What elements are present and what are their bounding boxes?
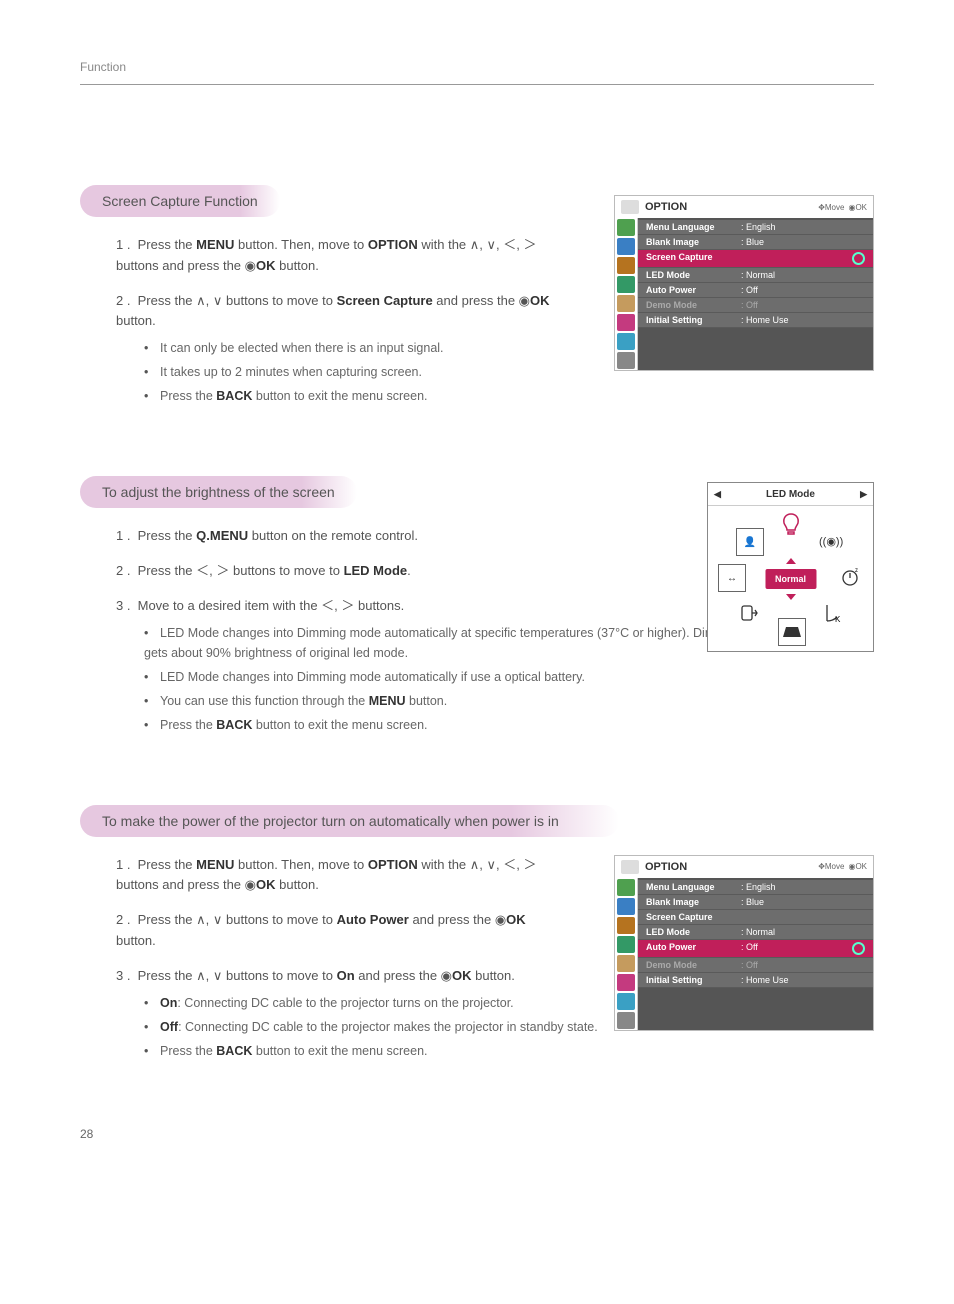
triangle-right-icon: ▶ — [860, 489, 867, 500]
aspect-icon: ↔ — [718, 564, 746, 592]
step-item: 1 . Press the Q.MENU button on the remot… — [116, 526, 556, 547]
triangle-down-icon — [786, 594, 796, 600]
sidebar-icon — [617, 219, 635, 236]
osd-header: OPTION ✥Move ◉OK — [615, 196, 873, 218]
step-item: 1 . Press the MENU button. Then, move to… — [116, 235, 556, 277]
bullet-item: Press the BACK button to exit the menu s… — [144, 1041, 804, 1061]
osd-list-2: Menu Language: EnglishBlank Image: BlueS… — [638, 878, 873, 1030]
osd-row[interactable]: LED Mode: Normal — [638, 268, 873, 283]
osd-row[interactable]: Blank Image: Blue — [638, 895, 873, 910]
osd-hint-move: ✥Move — [818, 203, 844, 212]
page-header: Function — [80, 60, 874, 85]
section-screen-capture: Screen Capture Function OPTION ✥Move ◉OK — [80, 185, 874, 406]
heading-brightness: To adjust the brightness of the screen — [80, 476, 357, 508]
usb-icon — [736, 600, 762, 626]
step-item: 2 . Press the ＜, ＞ buttons to move to LE… — [116, 561, 556, 582]
sidebar-icon — [617, 898, 635, 915]
osd-row[interactable]: Auto Power: Off — [638, 283, 873, 298]
osd-row[interactable]: LED Mode: Normal — [638, 925, 873, 940]
svg-text:z: z — [855, 568, 858, 574]
bullet-item: It can only be elected when there is an … — [144, 338, 556, 358]
sidebar-icon — [617, 974, 635, 991]
osd-row[interactable]: Demo Mode: Off — [638, 958, 873, 973]
bullet-item: Press the BACK button to exit the menu s… — [144, 386, 556, 406]
osd-row[interactable]: Menu Language: English — [638, 220, 873, 235]
heading-screen-capture: Screen Capture Function — [80, 185, 280, 217]
osd-row[interactable]: Screen Capture — [638, 250, 873, 268]
bullet-item: You can use this function through the ME… — [144, 691, 804, 711]
sidebar-icon — [617, 1012, 635, 1029]
sidebar-icon — [617, 955, 635, 972]
svg-text:K: K — [835, 615, 841, 624]
osd-title: OPTION — [645, 861, 687, 873]
osd-row[interactable]: Menu Language: English — [638, 880, 873, 895]
section-auto-power: To make the power of the projector turn … — [80, 805, 874, 1061]
sidebar-icon — [617, 276, 635, 293]
osd-hint-move: ✥Move — [818, 862, 844, 871]
triangle-up-icon — [786, 558, 796, 564]
timer-icon: z — [837, 564, 863, 590]
bullet-item: LED Mode changes into Dimming mode autom… — [144, 623, 804, 663]
heading-auto-power: To make the power of the projector turn … — [80, 805, 619, 837]
audio-icon: ((◉)) — [819, 528, 845, 554]
osd-row[interactable]: Auto Power: Off — [638, 940, 873, 958]
wrench-icon — [621, 200, 639, 214]
triangle-left-icon: ◀ — [714, 489, 721, 500]
dial-center-value: Normal — [765, 569, 816, 589]
keystone-k-icon: K — [819, 600, 845, 626]
sidebar-icon — [617, 352, 635, 369]
dial-header: ◀ LED Mode ▶ — [708, 483, 873, 506]
bullet-item: Press the BACK button to exit the menu s… — [144, 715, 804, 735]
osd-row[interactable]: Demo Mode: Off — [638, 298, 873, 313]
sidebar-icon — [617, 295, 635, 312]
step-item: 2 . Press the ∧, ∨ buttons to move to Sc… — [116, 291, 556, 407]
step-item: 1 . Press the MENU button. Then, move to… — [116, 855, 556, 897]
osd-option-menu-2: OPTION ✥Move ◉OK Menu Language: EnglishB… — [614, 855, 874, 1031]
sidebar-icon — [617, 936, 635, 953]
osd-hint-ok: ◉OK — [848, 203, 867, 212]
osd-row[interactable]: Blank Image: Blue — [638, 235, 873, 250]
osd-header: OPTION ✥Move ◉OK — [615, 856, 873, 878]
sidebar-icon — [617, 257, 635, 274]
osd-option-menu-1: OPTION ✥Move ◉OK Menu Language: EnglishB… — [614, 195, 874, 371]
sidebar-icon — [617, 333, 635, 350]
sidebar-icon — [617, 993, 635, 1010]
sidebar-icon — [617, 314, 635, 331]
osd-list-1: Menu Language: EnglishBlank Image: BlueS… — [638, 218, 873, 370]
step-item: 2 . Press the ∧, ∨ buttons to move to Au… — [116, 910, 556, 952]
osd-title: OPTION — [645, 201, 687, 213]
bullet-item: It takes up to 2 minutes when capturing … — [144, 362, 556, 382]
osd-row[interactable]: Screen Capture — [638, 910, 873, 925]
led-mode-dial: ◀ LED Mode ▶ 👤 ((◉)) ↔ z — [707, 482, 874, 652]
bullet-item: LED Mode changes into Dimming mode autom… — [144, 667, 804, 687]
osd-sidebar — [615, 878, 638, 1030]
osd-hint-ok: ◉OK — [848, 862, 867, 871]
sidebar-icon — [617, 879, 635, 896]
osd-row[interactable]: Initial Setting: Home Use — [638, 313, 873, 328]
section-brightness: To adjust the brightness of the screen ◀… — [80, 476, 874, 734]
page-number: 28 — [80, 1127, 93, 1141]
svg-text:((◉)): ((◉)) — [819, 536, 843, 548]
picture-icon: 👤 — [736, 528, 764, 556]
wrench-icon — [621, 860, 639, 874]
lamp-icon — [778, 512, 804, 538]
sidebar-icon — [617, 238, 635, 255]
sidebar-icon — [617, 917, 635, 934]
osd-sidebar — [615, 218, 638, 370]
keystone-icon — [778, 618, 806, 646]
osd-row[interactable]: Initial Setting: Home Use — [638, 973, 873, 988]
